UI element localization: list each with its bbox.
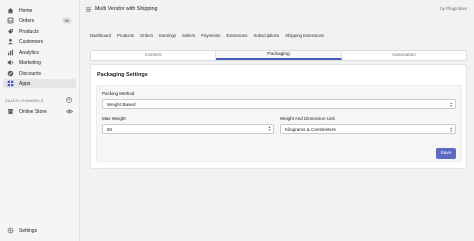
- orders-icon: [6, 17, 14, 25]
- sidebar-item-home[interactable]: Home: [3, 6, 76, 15]
- add-sales-channel-icon[interactable]: +: [66, 97, 72, 103]
- apps-icon: [6, 80, 14, 88]
- sidebar-item-customers[interactable]: Customers: [3, 37, 76, 46]
- sidebar-item-discounts[interactable]: Discounts: [3, 69, 76, 78]
- app-nav-earnings[interactable]: Earnings: [159, 33, 176, 38]
- packing-method-select[interactable]: Weight Based ▴ ▾: [102, 99, 456, 109]
- select-arrows-icon: ▴ ▾: [450, 101, 452, 108]
- max-weight-value: 50: [107, 126, 113, 132]
- settings-icon: [6, 227, 14, 235]
- sidebar-item-label: Analytics: [19, 49, 40, 56]
- tab-packaging[interactable]: Packaging: [216, 51, 342, 60]
- marketing-icon: [6, 59, 14, 67]
- sidebar-item-marketing[interactable]: Marketing: [3, 58, 76, 67]
- main-content: Multi Vendor with Shipping by Pluginhive…: [80, 0, 474, 241]
- max-weight-input[interactable]: 50 ▲ ▼: [102, 124, 274, 134]
- sidebar-item-orders[interactable]: Orders 30: [3, 16, 76, 25]
- sidebar-item-label: Apps: [19, 80, 31, 87]
- app-nav-extensions[interactable]: Extensions: [226, 33, 247, 38]
- app-nav-shipping-extensions[interactable]: Shipping Extensions: [285, 33, 324, 38]
- tab-carriers[interactable]: Carriers: [91, 51, 217, 60]
- sidebar-item-label: Orders: [19, 17, 35, 24]
- sidebar-item-label: Home: [19, 7, 33, 14]
- products-icon: [6, 28, 14, 36]
- save-button[interactable]: Save: [436, 148, 456, 159]
- sidebar-item-apps[interactable]: Apps: [3, 79, 76, 88]
- app-nav-products[interactable]: Products: [117, 33, 134, 38]
- discounts-icon: [6, 70, 14, 78]
- analytics-icon: [6, 49, 14, 57]
- select-arrows-icon: ▴ ▾: [450, 126, 452, 133]
- max-weight-label: Max Weight: [102, 116, 126, 121]
- view-store-eye-icon[interactable]: [66, 109, 73, 114]
- developer-credit[interactable]: by Pluginhive: [440, 6, 467, 11]
- app-nav-dashboard[interactable]: Dashboard: [90, 33, 111, 38]
- sales-channels-heading: SALES CHANNELS: [5, 98, 44, 103]
- orders-count-badge: 30: [61, 17, 72, 24]
- number-stepper-icon[interactable]: ▲ ▼: [267, 125, 272, 133]
- units-select[interactable]: Kilograms & Centimeters ▴ ▾: [280, 124, 456, 134]
- sidebar-item-settings[interactable]: Settings: [3, 226, 76, 235]
- sidebar-item-label: Products: [19, 28, 39, 35]
- menu-icon[interactable]: [86, 7, 91, 12]
- sidebar-item-analytics[interactable]: Analytics: [3, 48, 76, 57]
- card-title: Packaging Settings: [97, 72, 148, 78]
- app-nav-sellers[interactable]: Sellers: [182, 33, 195, 38]
- app-nav-payments[interactable]: Payments: [201, 33, 220, 38]
- sidebar-item-label: Customers: [19, 38, 44, 45]
- app-nav-subscriptions[interactable]: Subscriptions: [253, 33, 279, 38]
- sidebar-item-label: Settings: [19, 227, 38, 234]
- sidebar-item-label: Online Store: [19, 108, 47, 115]
- tab-automation[interactable]: Automation: [342, 51, 466, 60]
- units-label: Weight And Dimension Unit: [280, 116, 335, 121]
- units-value: Kilograms & Centimeters: [285, 126, 336, 132]
- packaging-settings-card: Packaging Settings Packing Method Weight…: [90, 64, 467, 169]
- app-title: Multi Vendor with Shipping: [95, 6, 158, 12]
- customers-icon: [6, 38, 14, 46]
- sidebar-item-products[interactable]: Products: [3, 27, 76, 36]
- home-icon: [6, 7, 14, 15]
- app-nav-orders[interactable]: Orders: [140, 33, 153, 38]
- sidebar-item-label: Marketing: [19, 59, 41, 66]
- app-header: Multi Vendor with Shipping by Pluginhive: [80, 0, 474, 19]
- shipping-tabs: Carriers Packaging Automation: [90, 50, 467, 61]
- sidebar: Home Orders 30 Products Customers Analyt…: [0, 0, 80, 241]
- sidebar-item-label: Discounts: [19, 70, 41, 77]
- online-store-icon: [6, 108, 14, 116]
- packaging-form: Packing Method Weight Based ▴ ▾ Max Weigh…: [96, 85, 462, 162]
- app-navigation: Dashboard Products Orders Earnings Selle…: [90, 33, 330, 38]
- packing-method-value: Weight Based: [107, 101, 136, 107]
- packing-method-label: Packing Method: [102, 91, 135, 96]
